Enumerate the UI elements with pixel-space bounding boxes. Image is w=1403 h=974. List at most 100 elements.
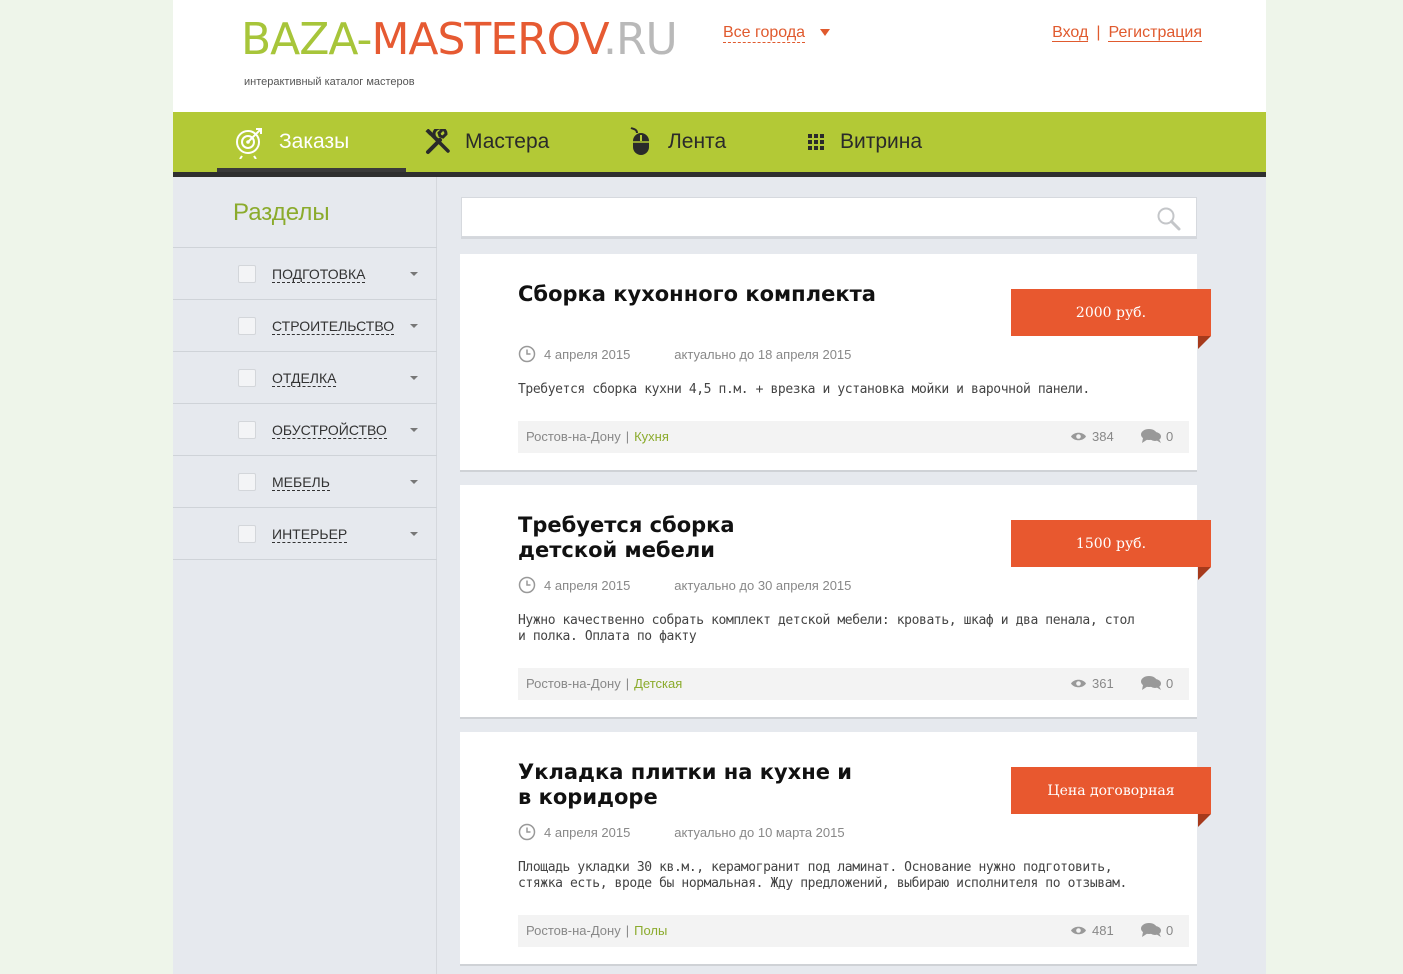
order-meta: 4 апреля 2015 актуально до 18 апреля 201… xyxy=(518,345,851,363)
order-location: Ростов-на-Дону | Полы xyxy=(526,923,667,938)
order-views: 481 xyxy=(1070,923,1114,938)
search-icon[interactable] xyxy=(1156,206,1182,232)
section-checkbox[interactable] xyxy=(238,369,256,387)
section-checkbox[interactable] xyxy=(238,421,256,439)
order-location: Ростов-на-Дону | Детская xyxy=(526,676,682,691)
order-comments[interactable]: 0 xyxy=(1140,675,1173,691)
clock-icon xyxy=(518,345,536,363)
section-label[interactable]: СТРОИТЕЛЬСТВО xyxy=(272,318,395,335)
price-ribbon-fold xyxy=(1198,814,1211,827)
register-link[interactable]: Регистрация xyxy=(1108,24,1202,42)
auth-links: Вход | Регистрация xyxy=(1052,24,1202,42)
site-tagline: интерактивный каталог мастеров xyxy=(244,76,415,88)
eye-icon xyxy=(1071,679,1086,688)
tools-icon xyxy=(425,129,450,154)
section-item: ОТДЕЛКА xyxy=(173,352,437,404)
comments-count: 0 xyxy=(1166,675,1174,691)
target-icon xyxy=(236,128,262,159)
order-city: Ростов-на-Дону xyxy=(526,429,621,444)
comments-icon xyxy=(1141,923,1161,937)
order-date: 4 апреля 2015 xyxy=(544,824,631,840)
order-category-link[interactable]: Кухня xyxy=(634,429,669,444)
order-comments[interactable]: 0 xyxy=(1140,922,1173,938)
order-category-link[interactable]: Полы xyxy=(634,923,667,938)
order-meta: 4 апреля 2015 актуально до 30 апреля 201… xyxy=(518,576,851,594)
page-container: BAZA-MASTEROV.RU интерактивный каталог м… xyxy=(173,0,1266,974)
order-footer: Ростов-на-Дону | Полы 481 0 xyxy=(518,915,1189,947)
order-city: Ростов-на-Дону xyxy=(526,676,621,691)
city-dropdown-arrow-icon[interactable] xyxy=(820,29,830,36)
city-select[interactable]: Все города xyxy=(723,24,806,43)
order-date: 4 апреля 2015 xyxy=(544,346,631,362)
order-valid-until: актуально до 18 апреля 2015 xyxy=(674,346,852,362)
nav-item-showcase[interactable]: Витрина xyxy=(806,112,922,172)
footer-separator: | xyxy=(625,429,630,444)
order-price-badge: 1500 руб. xyxy=(1011,520,1211,567)
order-card[interactable]: Сборка кухонного комплекта 2000 руб. 4 а… xyxy=(460,254,1211,470)
search-input[interactable] xyxy=(462,198,1142,236)
nav-item-feed[interactable]: Лента xyxy=(628,112,726,172)
search-box xyxy=(461,197,1197,237)
order-card[interactable]: Укладка плитки на кухне и в коридоре Цен… xyxy=(460,732,1211,964)
section-checkbox[interactable] xyxy=(238,317,256,335)
chevron-down-icon[interactable] xyxy=(410,272,418,276)
order-title[interactable]: Сборка кухонного комплекта xyxy=(518,282,878,307)
order-valid-until: актуально до 10 марта 2015 xyxy=(674,824,845,840)
section-checkbox[interactable] xyxy=(238,525,256,543)
section-item: МЕБЕЛЬ xyxy=(173,456,437,508)
section-checkbox[interactable] xyxy=(238,265,256,283)
views-count: 361 xyxy=(1092,676,1114,691)
order-valid-until: актуально до 30 апреля 2015 xyxy=(674,577,852,593)
sidebar-title: Разделы xyxy=(233,199,330,226)
eye-icon xyxy=(1071,926,1086,935)
order-price-badge: Цена договорная xyxy=(1011,767,1211,814)
order-category-link[interactable]: Детская xyxy=(634,676,682,691)
section-item: СТРОИТЕЛЬСТВО xyxy=(173,300,437,352)
grid-icon xyxy=(808,134,824,150)
nav-item-masters[interactable]: Мастера xyxy=(425,112,549,172)
logo-part-baza: BAZA- xyxy=(241,14,372,65)
order-comments[interactable]: 0 xyxy=(1140,428,1173,444)
chevron-down-icon[interactable] xyxy=(410,480,418,484)
order-city: Ростов-на-Дону xyxy=(526,923,621,938)
chevron-down-icon[interactable] xyxy=(410,376,418,380)
clock-icon xyxy=(518,823,536,841)
chevron-down-icon[interactable] xyxy=(410,428,418,432)
chevron-down-icon[interactable] xyxy=(410,324,418,328)
section-item: ОБУСТРОЙСТВО xyxy=(173,404,437,456)
sections-list: ПОДГОТОВКА СТРОИТЕЛЬСТВО ОТДЕЛКА ОБУСТРО… xyxy=(173,247,437,560)
order-title[interactable]: Требуется сборка детской мебели xyxy=(518,513,828,563)
order-footer: Ростов-на-Дону | Кухня 384 0 xyxy=(518,421,1189,453)
section-label[interactable]: ОБУСТРОЙСТВО xyxy=(272,422,387,439)
login-link[interactable]: Вход xyxy=(1052,24,1089,42)
order-price-badge: 2000 руб. xyxy=(1011,289,1211,336)
order-footer: Ростов-на-Дону | Детская 361 0 xyxy=(518,668,1189,700)
order-location: Ростов-на-Дону | Кухня xyxy=(526,429,669,444)
chevron-down-icon[interactable] xyxy=(410,532,418,536)
sections-sidebar: Разделы ПОДГОТОВКА СТРОИТЕЛЬСТВО ОТДЕЛКА… xyxy=(173,177,437,974)
nav-label-masters: Мастера xyxy=(465,130,550,153)
nav-label-feed: Лента xyxy=(668,130,727,153)
site-logo[interactable]: BAZA-MASTEROV.RU xyxy=(241,14,678,65)
order-title[interactable]: Укладка плитки на кухне и в коридоре xyxy=(518,760,858,810)
views-count: 384 xyxy=(1092,429,1114,444)
order-description: Площадь укладки 30 кв.м., керамогранит п… xyxy=(518,860,1127,891)
auth-separator: | xyxy=(1096,24,1101,41)
nav-item-orders[interactable]: Заказы xyxy=(235,112,349,172)
order-views: 361 xyxy=(1070,676,1114,691)
section-label[interactable]: МЕБЕЛЬ xyxy=(272,474,330,491)
order-card[interactable]: Требуется сборка детской мебели 1500 руб… xyxy=(460,485,1211,717)
order-meta: 4 апреля 2015 актуально до 10 марта 2015 xyxy=(518,823,845,841)
section-label[interactable]: ПОДГОТОВКА xyxy=(272,266,366,283)
order-views: 384 xyxy=(1070,429,1114,444)
comments-count: 0 xyxy=(1166,428,1174,444)
clock-icon xyxy=(518,576,536,594)
order-date: 4 апреля 2015 xyxy=(544,577,631,593)
section-checkbox[interactable] xyxy=(238,473,256,491)
section-label[interactable]: ИНТЕРЬЕР xyxy=(272,526,348,543)
comments-icon xyxy=(1141,676,1161,690)
footer-separator: | xyxy=(625,923,630,938)
section-label[interactable]: ОТДЕЛКА xyxy=(272,370,337,387)
eye-icon xyxy=(1071,432,1086,441)
logo-part-ru: .RU xyxy=(602,14,678,65)
